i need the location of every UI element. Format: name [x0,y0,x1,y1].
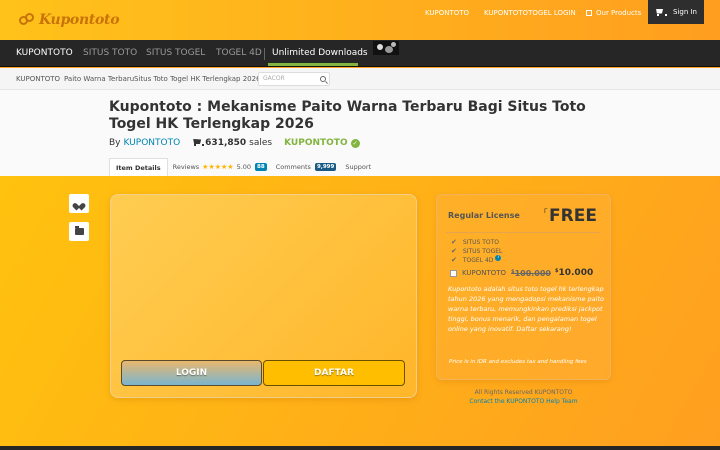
nav-active-underline [268,63,358,66]
author-badge[interactable]: KUPONTOTO [284,138,347,148]
rating-value: 5.00 [236,163,252,171]
feature-item: ✔ TOGEL 4D i [451,254,502,264]
author-link[interactable]: KUPONTOTO [124,138,181,148]
search-placeholder: GACOR [263,75,285,82]
tab-item-details[interactable]: Item Details [109,157,168,177]
byline: By KUPONTOTO 631,850 sales KUPONTOTO ✓ [109,138,360,148]
license-price: FREE [549,206,597,226]
check-icon: ✔ [451,256,457,264]
product-header: Kupontoto : Mekanisme Paito Warna Terbar… [0,90,720,177]
sign-in-button[interactable]: Sign In [648,0,704,24]
help-team-link[interactable]: Contact the KUPONTOTO Help Team [436,398,611,405]
sales-label: sales [249,138,273,148]
search-icon[interactable] [320,76,326,82]
check-icon: ✔ [451,247,457,255]
feature-label: TOGEL 4D [462,256,494,264]
page-title: Kupontoto : Mekanisme Paito Warna Terbar… [109,99,586,132]
daftar-button[interactable]: DAFTAR [263,360,405,386]
price-note: Price is in IDR and excludes tax and han… [449,359,587,365]
nav-item-togel-4d[interactable]: TOGEL 4D [216,40,262,66]
license-label[interactable]: Regular License [448,211,520,220]
feature-item: ✔ SITUS TOGEL [451,247,502,255]
by-label: By [109,138,121,148]
top-bar: Kupontoto KUPONTOTO KUPONTOTOTOGEL LOGIN… [0,0,720,40]
tab-comments[interactable]: Comments 9,999 [276,163,337,171]
breadcrumb-item-category[interactable]: Paito Warna Terbaru [64,75,134,83]
reviews-count-badge: 88 [255,163,267,171]
nav-thumbnail-image[interactable] [373,41,399,55]
sign-in-label: Sign In [673,8,697,16]
new-price: $10.000 [555,268,594,278]
nav-item-kupontoto[interactable]: KUPONTOTO [16,40,73,66]
item-tabs: Item Details Reviews ★★★★★ 5.00 88 Comme… [109,157,371,177]
cart-icon [192,139,205,147]
top-link-kupontoto[interactable]: KUPONTOTO [425,9,469,17]
feature-item: ✔ SITUS TOTO [451,238,499,246]
info-icon[interactable]: i [495,254,502,261]
nav-item-situs-toto[interactable]: SITUS TOTO [83,40,137,66]
favorite-button[interactable] [69,194,89,213]
search-input[interactable]: GACOR [258,72,330,86]
tab-reviews[interactable]: Reviews ★★★★★ 5.00 88 [173,163,267,171]
tab-support[interactable]: Support [345,163,371,171]
option-checkbox[interactable] [450,269,457,277]
folder-icon [74,226,84,235]
site-logo[interactable]: Kupontoto [19,11,120,29]
breadcrumb-item-current[interactable]: Situs Toto Togel HK Terlengkap 2026 [134,75,261,83]
comments-label: Comments [275,163,311,171]
login-button[interactable]: LOGIN [121,360,262,386]
reviews-label: Reviews [172,163,200,171]
option-label: KUPONTOTO [462,269,507,277]
logo-icon [19,11,37,29]
license-description: Kupontoto adalah situs toto togel hk ter… [448,285,604,333]
sales-count: 631,850 [205,138,247,148]
check-icon: ✓ [350,138,360,148]
old-price: $100.000 [511,268,551,278]
products-icon [586,10,592,16]
cart-icon [655,9,667,16]
feature-label: SITUS TOTO [462,238,500,246]
nav-divider [264,48,265,60]
nav-item-situs-togel[interactable]: SITUS TOGEL [146,40,205,66]
check-icon: ✔ [451,238,457,246]
main-nav: KUPONTOTO SITUS TOTO SITUS TOGEL TOGEL 4… [0,40,720,67]
license-option[interactable]: KUPONTOTO $100.000 $10.000 [450,268,593,278]
our-products-label: Our Products [596,9,642,17]
price-currency: Г [544,208,548,215]
breadcrumb: KUPONTOTO Paito Warna Terbaru Situs Toto… [0,68,720,90]
our-products-link[interactable]: Our Products [586,9,641,17]
top-link-login[interactable]: KUPONTOTOTOGEL LOGIN [484,9,576,17]
bottom-bar [0,446,720,450]
price-divider [446,232,600,233]
comments-count-badge: 9,999 [314,163,337,171]
heart-icon [75,200,83,207]
collection-button[interactable] [69,222,89,241]
feature-label: SITUS TOGEL [462,247,503,255]
rating-stars: ★★★★★ [202,163,234,171]
logo-text: Kupontoto [39,12,120,28]
breadcrumb-item-home[interactable]: KUPONTOTO [16,75,60,83]
copyright-text: All Rights Reserved KUPONTOTO [474,389,573,396]
